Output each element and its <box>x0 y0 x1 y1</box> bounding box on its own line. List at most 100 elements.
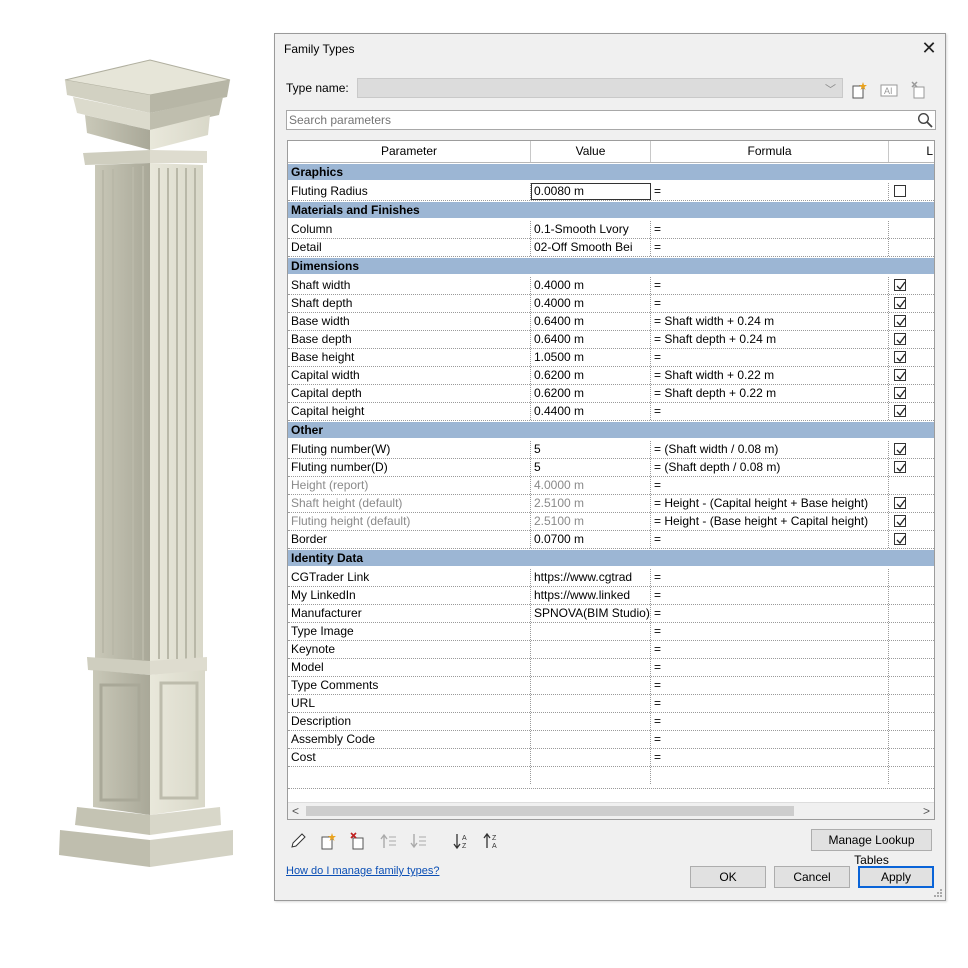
parameter-value[interactable]: 0.4400 m <box>531 403 651 420</box>
parameter-value[interactable]: 0.6200 m <box>531 385 651 402</box>
parameter-value[interactable] <box>531 749 651 766</box>
manage-lookup-tables-button[interactable]: Manage Lookup Tables <box>811 829 932 867</box>
lock-checkbox-checked[interactable] <box>894 315 906 327</box>
delete-parameter-icon[interactable] <box>347 832 369 854</box>
search-input[interactable] <box>289 112 909 128</box>
parameter-row[interactable]: Type Image = <box>288 623 934 641</box>
sort-ascending-icon[interactable]: AZ <box>451 832 473 854</box>
lock-checkbox-checked[interactable] <box>894 515 906 527</box>
move-down-icon[interactable] <box>407 832 429 854</box>
parameter-row[interactable]: Capital height 0.4400 m = <box>288 403 934 421</box>
group-header[interactable]: Materials and Finishes <box>288 201 934 218</box>
parameter-value[interactable]: 0.0700 m <box>531 531 651 548</box>
sort-descending-icon[interactable]: ZA <box>481 832 503 854</box>
parameter-formula[interactable]: = <box>651 695 889 712</box>
parameter-row[interactable]: Fluting number(D) 5 = (Shaft depth / 0.08 … <box>288 459 934 477</box>
lock-checkbox-checked[interactable] <box>894 405 906 417</box>
parameter-row[interactable]: Capital width 0.6200 m = Shaft width + 0.2… <box>288 367 934 385</box>
parameter-row[interactable]: Keynote = <box>288 641 934 659</box>
parameter-value[interactable]: 4.0000 m <box>531 477 651 494</box>
parameter-formula[interactable]: = <box>651 221 889 238</box>
rename-type-icon[interactable]: AI <box>877 78 901 100</box>
parameter-row[interactable]: Capital depth 0.6200 m = Shaft depth + 0.2… <box>288 385 934 403</box>
parameter-row[interactable]: Border 0.0700 m = <box>288 531 934 549</box>
parameter-value[interactable]: 5 <box>531 441 651 458</box>
parameter-formula[interactable]: = <box>651 239 889 256</box>
move-up-icon[interactable] <box>377 832 399 854</box>
parameter-formula[interactable]: = <box>651 587 889 604</box>
parameter-row[interactable]: Manufacturer SPNOVA(BIM Studio) = <box>288 605 934 623</box>
column-header-lock[interactable]: L <box>889 141 934 162</box>
column-header-formula[interactable]: Formula <box>651 141 889 162</box>
parameter-value[interactable] <box>531 659 651 676</box>
lock-checkbox-checked[interactable] <box>894 533 906 545</box>
parameter-formula[interactable]: = <box>651 731 889 748</box>
parameter-row[interactable]: Model = <box>288 659 934 677</box>
lock-checkbox-checked[interactable] <box>894 387 906 399</box>
parameter-value[interactable] <box>531 731 651 748</box>
parameter-formula[interactable]: = Height - (Capital height + Base height… <box>651 495 889 512</box>
parameter-value[interactable]: 0.6200 m <box>531 367 651 384</box>
parameter-value[interactable] <box>531 623 651 640</box>
parameter-formula[interactable]: = <box>651 677 889 694</box>
parameter-row[interactable]: Shaft width 0.4000 m = <box>288 277 934 295</box>
parameter-value[interactable]: 2.5100 m <box>531 513 651 530</box>
cancel-button[interactable]: Cancel <box>774 866 850 888</box>
group-header[interactable]: Identity Data <box>288 549 934 566</box>
column-header-value[interactable]: Value <box>531 141 651 162</box>
parameter-row[interactable]: My LinkedIn https://www.linked = <box>288 587 934 605</box>
type-name-select[interactable]: ﹀ <box>357 78 843 98</box>
search-icon[interactable] <box>917 112 933 131</box>
parameter-row[interactable]: Fluting number(W) 5 = (Shaft width / 0.08 … <box>288 441 934 459</box>
parameter-formula[interactable]: = <box>651 295 889 312</box>
horizontal-scrollbar[interactable]: < > <box>288 802 934 819</box>
parameter-formula[interactable]: = <box>651 641 889 658</box>
parameter-row[interactable]: Shaft depth 0.4000 m = <box>288 295 934 313</box>
parameter-row[interactable]: CGTrader Link https://www.cgtrad = <box>288 569 934 587</box>
parameter-value[interactable]: 0.6400 m <box>531 313 651 330</box>
lock-checkbox[interactable] <box>894 185 906 197</box>
parameter-row[interactable]: Fluting height (default) 2.5100 m = Height… <box>288 513 934 531</box>
parameter-formula[interactable]: = <box>651 659 889 676</box>
parameter-value[interactable]: 0.6400 m <box>531 331 651 348</box>
new-parameter-icon[interactable] <box>317 832 339 854</box>
parameter-value[interactable]: 0.0080 m <box>531 183 651 200</box>
lock-checkbox-checked[interactable] <box>894 351 906 363</box>
lock-checkbox-checked[interactable] <box>894 443 906 455</box>
parameter-formula[interactable]: = <box>651 477 889 494</box>
column-header-parameter[interactable]: Parameter <box>288 141 531 162</box>
lock-checkbox-checked[interactable] <box>894 279 906 291</box>
parameter-value[interactable]: https://www.linked <box>531 587 651 604</box>
parameter-formula[interactable]: = Shaft depth + 0.24 m <box>651 331 889 348</box>
parameter-row[interactable]: Detail 02-Off Smooth Bei = <box>288 239 934 257</box>
parameter-formula[interactable]: = <box>651 277 889 294</box>
parameter-formula[interactable]: = Shaft depth + 0.22 m <box>651 385 889 402</box>
parameter-row[interactable]: Height (report) 4.0000 m = <box>288 477 934 495</box>
group-header[interactable]: Dimensions <box>288 257 934 274</box>
parameter-value[interactable]: 2.5100 m <box>531 495 651 512</box>
delete-type-icon[interactable] <box>907 78 931 100</box>
group-header[interactable]: Other <box>288 421 934 438</box>
lock-checkbox-checked[interactable] <box>894 461 906 473</box>
parameter-formula[interactable]: = <box>651 749 889 766</box>
parameter-value[interactable]: https://www.cgtrad <box>531 569 651 586</box>
edit-parameter-icon[interactable] <box>287 832 309 854</box>
lock-checkbox-checked[interactable] <box>894 497 906 509</box>
parameter-value[interactable]: SPNOVA(BIM Studio) <box>531 605 651 622</box>
parameter-value[interactable]: 0.1-Smooth Lvory <box>531 221 651 238</box>
scroll-left-icon[interactable]: < <box>292 803 299 819</box>
parameter-value[interactable]: 5 <box>531 459 651 476</box>
parameter-formula[interactable]: = <box>651 531 889 548</box>
parameter-formula[interactable]: = <box>651 349 889 366</box>
parameter-row[interactable]: Base height 1.0500 m = <box>288 349 934 367</box>
parameter-row[interactable]: Base width 0.6400 m = Shaft width + 0.24 m <box>288 313 934 331</box>
empty-row[interactable] <box>288 767 934 789</box>
parameter-row[interactable]: Description = <box>288 713 934 731</box>
parameter-value[interactable]: 02-Off Smooth Bei <box>531 239 651 256</box>
parameter-row[interactable]: Fluting Radius 0.0080 m = <box>288 183 934 201</box>
parameter-row[interactable]: Cost = <box>288 749 934 767</box>
lock-checkbox-checked[interactable] <box>894 333 906 345</box>
parameter-formula[interactable]: = <box>651 569 889 586</box>
parameter-value[interactable] <box>531 713 651 730</box>
help-link[interactable]: How do I manage family types? <box>286 865 439 877</box>
